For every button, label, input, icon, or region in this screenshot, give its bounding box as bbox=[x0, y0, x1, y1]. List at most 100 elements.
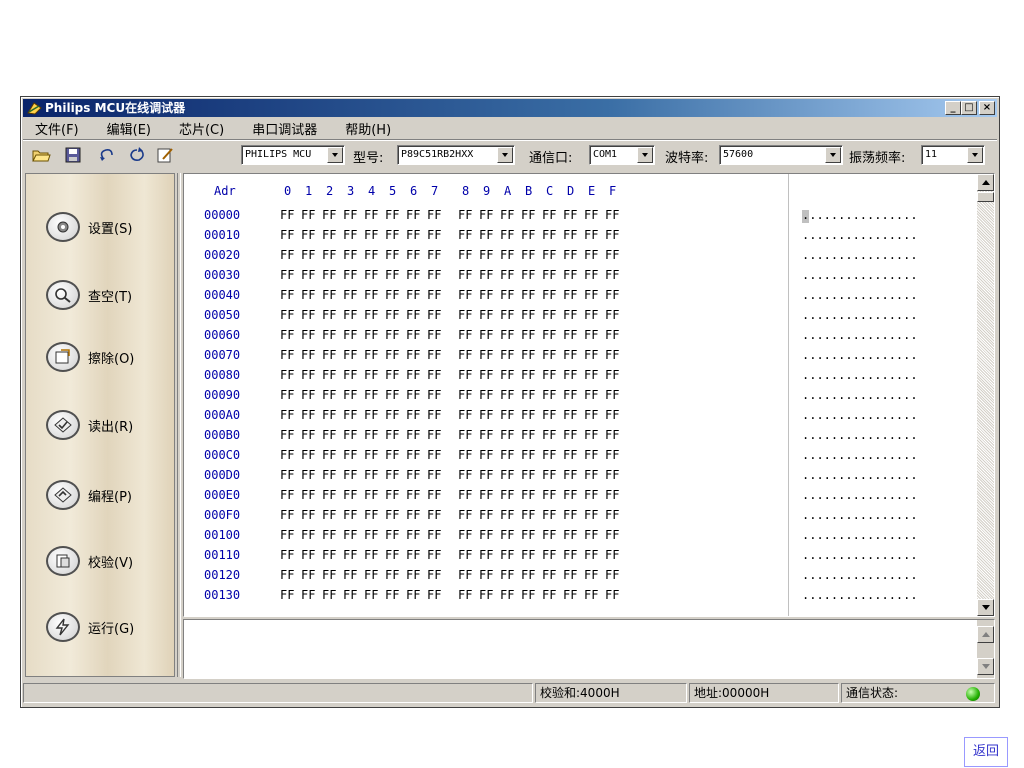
hex-byte-cell[interactable]: FF bbox=[458, 228, 472, 242]
hex-byte-cell[interactable]: FF bbox=[385, 388, 399, 402]
hex-byte-cell[interactable]: FF bbox=[521, 388, 535, 402]
hex-byte-cell[interactable]: FF bbox=[584, 208, 598, 222]
hex-byte-cell[interactable]: FF bbox=[280, 428, 294, 442]
redo-icon[interactable] bbox=[127, 146, 147, 164]
hex-byte-cell[interactable]: FF bbox=[343, 468, 357, 482]
hex-byte-cell[interactable]: FF bbox=[584, 228, 598, 242]
hex-byte-cell[interactable]: FF bbox=[301, 408, 315, 422]
hex-byte-cell[interactable]: FF bbox=[584, 528, 598, 542]
hex-byte-cell[interactable]: FF bbox=[427, 388, 441, 402]
hex-byte-cell[interactable]: FF bbox=[542, 468, 556, 482]
hex-byte-cell[interactable]: FF bbox=[427, 488, 441, 502]
hex-byte-cell[interactable]: FF bbox=[301, 268, 315, 282]
hex-byte-cell[interactable]: FF bbox=[563, 328, 577, 342]
hex-byte-cell[interactable]: FF bbox=[479, 548, 493, 562]
hex-byte-cell[interactable]: FF bbox=[385, 528, 399, 542]
hex-byte-cell[interactable]: FF bbox=[542, 348, 556, 362]
run-button[interactable]: 运行(G) bbox=[46, 610, 166, 644]
hex-byte-cell[interactable]: FF bbox=[521, 428, 535, 442]
hex-byte-cell[interactable]: FF bbox=[479, 488, 493, 502]
hex-byte-cell[interactable]: FF bbox=[584, 408, 598, 422]
hex-byte-cell[interactable]: FF bbox=[364, 548, 378, 562]
hex-byte-cell[interactable]: FF bbox=[427, 508, 441, 522]
hex-byte-cell[interactable]: FF bbox=[563, 228, 577, 242]
hex-byte-cell[interactable]: FF bbox=[301, 448, 315, 462]
hex-byte-cell[interactable]: FF bbox=[542, 488, 556, 502]
hex-byte-cell[interactable]: FF bbox=[322, 368, 336, 382]
hex-byte-cell[interactable]: FF bbox=[427, 408, 441, 422]
hex-byte-cell[interactable]: FF bbox=[385, 328, 399, 342]
scroll-up-button[interactable] bbox=[977, 174, 994, 191]
hex-byte-cell[interactable]: FF bbox=[322, 528, 336, 542]
hex-byte-cell[interactable]: FF bbox=[427, 268, 441, 282]
hex-byte-cell[interactable]: FF bbox=[521, 488, 535, 502]
hex-byte-cell[interactable]: FF bbox=[322, 208, 336, 222]
panel-splitter[interactable] bbox=[177, 173, 181, 677]
hex-byte-cell[interactable]: FF bbox=[406, 508, 420, 522]
hex-byte-cell[interactable]: FF bbox=[479, 228, 493, 242]
hex-byte-cell[interactable]: FF bbox=[406, 428, 420, 442]
hex-byte-cell[interactable]: FF bbox=[385, 348, 399, 362]
hex-byte-cell[interactable]: FF bbox=[280, 508, 294, 522]
hex-byte-cell[interactable]: FF bbox=[301, 388, 315, 402]
hex-byte-cell[interactable]: FF bbox=[500, 348, 514, 362]
hex-byte-cell[interactable]: FF bbox=[605, 388, 619, 402]
hex-byte-cell[interactable]: FF bbox=[343, 508, 357, 522]
hex-byte-cell[interactable]: FF bbox=[427, 468, 441, 482]
hex-byte-cell[interactable]: FF bbox=[280, 308, 294, 322]
hex-byte-cell[interactable]: FF bbox=[479, 588, 493, 602]
hex-byte-cell[interactable]: FF bbox=[301, 568, 315, 582]
hex-byte-cell[interactable]: FF bbox=[427, 588, 441, 602]
menu-serial-debugger[interactable]: 串口调试器 bbox=[252, 119, 317, 138]
hex-byte-cell[interactable]: FF bbox=[521, 548, 535, 562]
edit-icon[interactable] bbox=[155, 146, 175, 164]
hex-byte-cell[interactable]: FF bbox=[542, 368, 556, 382]
hex-byte-cell[interactable]: FF bbox=[364, 208, 378, 222]
hex-byte-cell[interactable]: FF bbox=[563, 368, 577, 382]
hex-byte-cell[interactable]: FF bbox=[542, 228, 556, 242]
hex-byte-cell[interactable]: FF bbox=[563, 348, 577, 362]
hex-byte-cell[interactable]: FF bbox=[385, 508, 399, 522]
hex-byte-cell[interactable]: FF bbox=[542, 208, 556, 222]
hex-byte-cell[interactable]: FF bbox=[500, 488, 514, 502]
hex-byte-cell[interactable]: FF bbox=[364, 448, 378, 462]
hex-byte-cell[interactable]: FF bbox=[322, 308, 336, 322]
hex-byte-cell[interactable]: FF bbox=[542, 528, 556, 542]
chevron-down-icon[interactable] bbox=[327, 147, 343, 163]
hex-byte-cell[interactable]: FF bbox=[542, 588, 556, 602]
hex-byte-cell[interactable]: FF bbox=[322, 548, 336, 562]
hex-byte-cell[interactable]: FF bbox=[542, 428, 556, 442]
hex-byte-cell[interactable]: FF bbox=[280, 568, 294, 582]
hex-byte-cell[interactable]: FF bbox=[280, 368, 294, 382]
hex-byte-cell[interactable]: FF bbox=[322, 588, 336, 602]
hex-byte-cell[interactable]: FF bbox=[458, 268, 472, 282]
hex-byte-cell[interactable]: FF bbox=[500, 288, 514, 302]
hex-byte-cell[interactable]: FF bbox=[458, 208, 472, 222]
hex-byte-cell[interactable]: FF bbox=[584, 448, 598, 462]
hex-byte-cell[interactable]: FF bbox=[427, 228, 441, 242]
hex-byte-cell[interactable]: FF bbox=[584, 548, 598, 562]
save-icon[interactable] bbox=[63, 146, 83, 164]
hex-byte-cell[interactable]: FF bbox=[521, 508, 535, 522]
hex-byte-cell[interactable]: FF bbox=[280, 228, 294, 242]
hex-byte-cell[interactable]: FF bbox=[500, 408, 514, 422]
hex-byte-cell[interactable]: FF bbox=[322, 388, 336, 402]
hex-byte-cell[interactable]: FF bbox=[301, 508, 315, 522]
hex-byte-cell[interactable]: FF bbox=[406, 348, 420, 362]
hex-byte-cell[interactable]: FF bbox=[458, 308, 472, 322]
hex-byte-cell[interactable]: FF bbox=[563, 528, 577, 542]
hex-byte-cell[interactable]: FF bbox=[584, 568, 598, 582]
hex-byte-cell[interactable]: FF bbox=[458, 328, 472, 342]
hex-byte-cell[interactable]: FF bbox=[563, 208, 577, 222]
hex-byte-cell[interactable]: FF bbox=[479, 268, 493, 282]
hex-byte-cell[interactable]: FF bbox=[458, 428, 472, 442]
hex-byte-cell[interactable]: FF bbox=[458, 508, 472, 522]
hex-byte-cell[interactable]: FF bbox=[406, 328, 420, 342]
hex-byte-cell[interactable]: FF bbox=[280, 288, 294, 302]
hex-byte-cell[interactable]: FF bbox=[500, 588, 514, 602]
hex-byte-cell[interactable]: FF bbox=[500, 508, 514, 522]
hex-byte-cell[interactable]: FF bbox=[521, 468, 535, 482]
hex-byte-cell[interactable]: FF bbox=[406, 488, 420, 502]
hex-byte-cell[interactable]: FF bbox=[427, 308, 441, 322]
undo-icon[interactable] bbox=[97, 146, 117, 164]
